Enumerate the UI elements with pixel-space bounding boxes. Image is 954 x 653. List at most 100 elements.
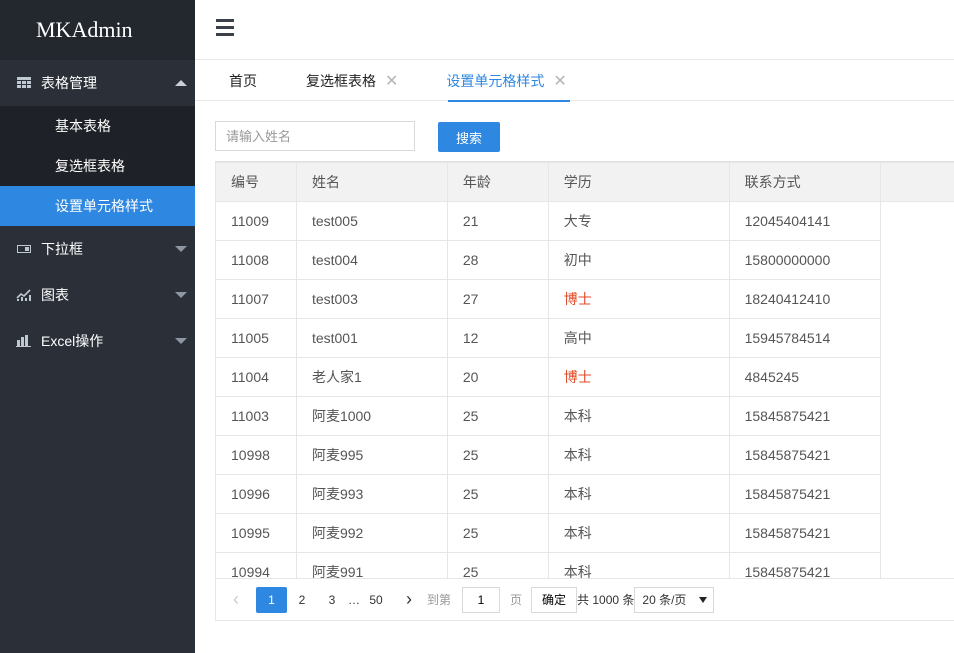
table-row: 10995 阿麦992 25 本科 15845875421: [215, 513, 954, 553]
chevron-down-icon: [175, 292, 187, 298]
table-cell-name: 阿麦995: [295, 435, 448, 475]
table-cell-id: 10995: [215, 513, 297, 553]
column-header: 编号: [215, 162, 297, 202]
table-cell-contact: 15845875421: [728, 552, 881, 578]
sidebar-item-checkbox-table[interactable]: 复选框表格: [0, 146, 195, 186]
table-cell-contact: 15845875421: [728, 513, 881, 553]
table-cell-age: 28: [446, 240, 549, 280]
confirm-button[interactable]: 确定: [531, 586, 578, 613]
table-cell-filler: [879, 357, 954, 397]
table-cell-filler: [879, 513, 954, 553]
tab-cell-style[interactable]: 设置单元格样式 ✕: [411, 60, 579, 102]
sidebar-item-basic-table[interactable]: 基本表格: [0, 106, 195, 146]
table-cell-filler: [879, 474, 954, 514]
sidebar-group-table-management[interactable]: 表格管理: [0, 60, 195, 106]
table-cell-age: 25: [446, 396, 549, 436]
table-cell-edu: 高中: [547, 318, 730, 358]
table-cell-edu: 本科: [547, 474, 730, 514]
table-cell-name: 阿麦993: [295, 474, 448, 514]
sidebar-group-dropdown[interactable]: 下拉框: [0, 226, 195, 272]
table-cell-contact: 15845875421: [728, 435, 881, 475]
sidebar-group-label: 下拉框: [41, 241, 83, 257]
hamburger-icon[interactable]: [216, 19, 234, 37]
goto-page-input[interactable]: [462, 586, 501, 613]
page-button-2[interactable]: 2: [287, 587, 317, 613]
table-cell-contact: 15845875421: [728, 474, 881, 514]
sidebar-group-label: Excel操作: [41, 333, 104, 349]
table-cell-id: 11003: [215, 396, 297, 436]
page-suffix: 页: [510, 593, 523, 607]
table-cell-id: 11007: [215, 279, 297, 319]
table-cell-contact: 15800000000: [728, 240, 881, 280]
bar-chart-icon: [15, 334, 32, 348]
tab-checkbox-table[interactable]: 复选框表格 ✕: [271, 60, 411, 101]
sidebar-group-label: 表格管理: [41, 75, 97, 91]
table-cell-name: 老人家1: [295, 357, 448, 397]
close-icon[interactable]: ✕: [385, 71, 398, 91]
page-ellipsis: …: [348, 592, 360, 607]
table-cell-edu: 博士: [547, 357, 730, 397]
table-cell-id: 11009: [215, 201, 297, 241]
data-table: 编号 姓名 年龄 学历 联系方式 11009 test005 21 大专 1204540…: [215, 161, 954, 578]
page-size-select[interactable]: 20 条/页: [634, 586, 715, 613]
prev-page-icon[interactable]: ‹: [216, 587, 256, 613]
sidebar-group-excel[interactable]: Excel操作: [0, 318, 195, 364]
table-cell-contact: 4845245: [728, 357, 881, 397]
table-cell-filler: [879, 240, 954, 280]
table-cell-age: 25: [446, 435, 549, 475]
page-size-value: 20 条/页: [642, 593, 687, 607]
tab-label: 复选框表格: [306, 72, 376, 89]
close-icon[interactable]: ✕: [553, 71, 566, 91]
sidebar-group-chart[interactable]: 图表: [0, 272, 195, 318]
pagination: ‹ 1 2 3 … 50 › 到第 页 确定 共 1000 条 20 条/页: [215, 578, 954, 621]
table-cell-id: 10998: [215, 435, 297, 475]
chevron-down-icon: [175, 338, 187, 344]
table-cell-name: test005: [295, 201, 448, 241]
table-cell-filler: [879, 552, 954, 578]
table-cell-age: 25: [446, 513, 549, 553]
table-cell-name: 阿麦1000: [295, 396, 448, 436]
column-header: 年龄: [446, 162, 549, 202]
table-cell-age: 25: [446, 474, 549, 514]
sidebar-item-cell-style[interactable]: 设置单元格样式: [0, 186, 195, 226]
table-cell-id: 11005: [215, 318, 297, 358]
column-header: 学历: [547, 162, 730, 202]
search-button[interactable]: 搜索: [438, 122, 500, 152]
table-row: 11007 test003 27 博士 18240412410: [215, 279, 954, 319]
page-button-last[interactable]: 50: [361, 587, 391, 613]
tab-home[interactable]: 首页: [195, 60, 271, 101]
table-cell-age: 20: [446, 357, 549, 397]
table-row: 11008 test004 28 初中 15800000000: [215, 240, 954, 280]
table-cell-name: 阿麦991: [295, 552, 448, 578]
tab-bar: 首页 复选框表格 ✕ 设置单元格样式 ✕: [195, 60, 954, 102]
column-header-filler: [879, 162, 954, 202]
table-cell-contact: 15845875421: [728, 396, 881, 436]
column-header: 联系方式: [728, 162, 881, 202]
table-cell-age: 21: [446, 201, 549, 241]
table-cell-edu: 本科: [547, 435, 730, 475]
table-cell-filler: [879, 318, 954, 358]
table-cell-edu: 初中: [547, 240, 730, 280]
chart-line-icon: [15, 288, 32, 302]
table-cell-age: 25: [446, 552, 549, 578]
page-button-3[interactable]: 3: [317, 587, 347, 613]
table-cell-id: 10996: [215, 474, 297, 514]
submenu-table-management: 基本表格 复选框表格 设置单元格样式: [0, 106, 195, 226]
table-row: 11004 老人家1 20 博士 4845245: [215, 357, 954, 397]
table-row: 10994 阿麦991 25 本科 15845875421: [215, 552, 954, 578]
table-cell-id: 11004: [215, 357, 297, 397]
sidebar-group-label: 图表: [41, 287, 69, 303]
table-cell-filler: [879, 435, 954, 475]
table-row: 10996 阿麦993 25 本科 15845875421: [215, 474, 954, 514]
search-input[interactable]: [215, 121, 415, 151]
table-cell-contact: 18240412410: [728, 279, 881, 319]
total-count: 共 1000 条: [577, 593, 635, 607]
caret-down-icon: [699, 596, 708, 603]
table-icon: [15, 76, 32, 90]
table-cell-filler: [879, 201, 954, 241]
tab-label: 设置单元格样式: [446, 72, 545, 89]
app-logo: MKAdmin: [0, 0, 195, 60]
page-button-1[interactable]: 1: [256, 586, 287, 613]
next-page-icon[interactable]: ›: [391, 587, 427, 613]
table-cell-edu: 本科: [547, 552, 730, 578]
